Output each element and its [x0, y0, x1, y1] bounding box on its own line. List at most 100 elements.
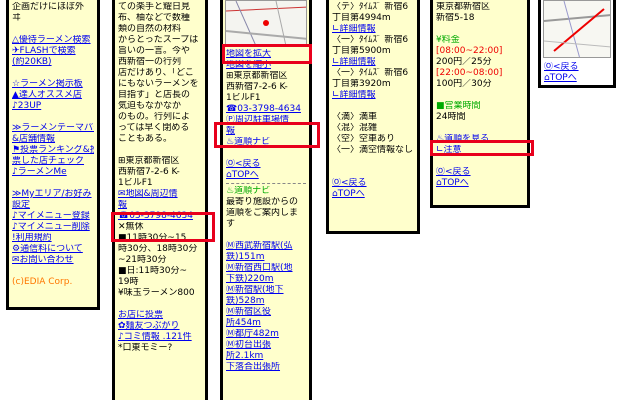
nav-link[interactable]: ▲達人オススメ店 [12, 90, 94, 101]
nav-link[interactable]: ∟詳細情報 [332, 90, 414, 101]
nav-link[interactable]: ∟詳細情報 [332, 57, 414, 68]
text-line: ■日:11時30分~ [118, 266, 187, 276]
nav-link[interactable]: ≫Myエリア/お好み [12, 189, 94, 200]
parking-list: 〈テ〉ﾀｲﾑｽﾞ 新宿6 丁目第4994m ∟詳細情報 〈一〉ﾀｲﾑｽﾞ 新宿6 丁目… [332, 2, 414, 200]
route-map-image[interactable] [543, 0, 611, 58]
nav-link[interactable]: 地図を拡大 [226, 49, 306, 60]
text-line: 〈満〉満車 [332, 112, 378, 122]
text-line [12, 24, 94, 35]
text-line: ✕無休 [118, 222, 144, 232]
text-line: 布、柚などで数種 [118, 13, 190, 23]
text-line [12, 112, 94, 123]
text-line [436, 156, 524, 167]
nav-link[interactable]: ∟詳細情報 [332, 24, 414, 35]
nav-link[interactable]: Ⓜ初台出張 [226, 340, 306, 351]
nav-link[interactable]: ⌂TOPへ [226, 170, 306, 181]
nav-link[interactable]: ⌂TOPへ [332, 189, 414, 200]
text-line [226, 230, 306, 241]
nav-link[interactable]: 鉄)528m [226, 296, 306, 307]
phone-screen-parking-detail: 東京都新宿区 新宿5-18 ¥料金 [08:00~22:00] 200円／25分 [22… [430, 0, 530, 208]
text-line: 丁目第5900m [332, 46, 391, 56]
nav-link[interactable]: ☎03-3798-4634 [226, 104, 306, 115]
text-line: 丁目第3920m [332, 79, 391, 89]
text-line: 〈テ〉ﾀｲﾑｽﾞ 新宿6 [332, 2, 409, 12]
text-line: 時30分、18時30分 [118, 244, 198, 254]
nav-link[interactable]: Ⓟ周辺駐車場情 [226, 115, 306, 126]
text-line: (c)EDIA Corp. [12, 277, 73, 287]
route-map-lines [544, 1, 610, 57]
text-line: のもの。行列によ [118, 112, 191, 122]
nav-link[interactable]: 下鉄)220m [226, 274, 306, 285]
text-line: っては早く閉める [118, 123, 190, 133]
nav-link[interactable]: ♪ラーメンMe [12, 167, 94, 178]
nav-link[interactable]: ♪23UP [12, 101, 94, 112]
nav-link[interactable]: 地図を縮小 [226, 60, 306, 71]
nav-link[interactable]: (約20KB) [12, 57, 94, 68]
nav-link[interactable]: ⚙通信料について [12, 244, 94, 255]
text-line: 〈一〉満空情報なし [332, 145, 414, 155]
nav-link[interactable]: 報 [226, 126, 306, 137]
nav-link[interactable]: &店舗情報 [12, 134, 94, 145]
text-line: 最寄り施設からの [226, 197, 299, 207]
nav-link[interactable]: ☎03-3798-4634 [118, 211, 202, 222]
text-line: [08:00~22:00] [436, 46, 503, 56]
street-map-image[interactable] [225, 0, 307, 45]
nav-link[interactable]: ⌂TOPへ [544, 73, 610, 84]
nav-link[interactable]: Ⓞ<戻る [332, 178, 414, 189]
parking-detail-list: 東京都新宿区 新宿5-18 ¥料金 [08:00~22:00] 200円／25分 [22… [436, 2, 524, 189]
nav-link[interactable]: Ⓞ<戻る [436, 167, 524, 178]
nav-link[interactable]: ✉地図&周辺情 [118, 189, 202, 200]
nav-link[interactable]: ⚑投票ランキング&投 [12, 145, 94, 156]
text-line: [22:00~08:00] [436, 68, 503, 78]
nav-link[interactable]: ⌂TOPへ [436, 178, 524, 189]
nav-link[interactable]: ☆ラーメン掲示板 [12, 79, 94, 90]
text-line: 西新宿一の行列 [118, 57, 182, 67]
nav-link[interactable]: Ⓞ<戻る [226, 159, 306, 170]
nav-link[interactable]: ♪マイメニュー削除 [12, 222, 94, 233]
text-line: 〈一〉ﾀｲﾑｽﾞ 新宿6 [332, 68, 409, 78]
nav-link[interactable]: Ⓜ都庁482m [226, 329, 306, 340]
text-line: 西新宿7-2-6 K- [118, 167, 180, 177]
text-line: 丁目第4994m [332, 13, 391, 23]
nav-link[interactable]: Ⓜ西武新宿駅(弘 [226, 241, 306, 252]
nav-link[interactable]: お店に投票 [118, 310, 202, 321]
nav-link[interactable]: ≫ラーメンテーマパーク [12, 123, 94, 134]
phone-screen-map: 地図を拡大 地図を縮小 ⊞東京都新宿区 西新宿7-2-6 K- 1ビルF1 ☎03-379… [220, 0, 312, 400]
text-line: 100円／30分 [436, 79, 492, 89]
text-line [436, 90, 524, 101]
text-line: す [226, 219, 236, 229]
nav-link[interactable]: ✉お問い合わせ [12, 255, 94, 266]
nav-link[interactable]: !利用規約 [12, 233, 94, 244]
nav-link[interactable]: Ⓜ新宿駅(地下 [226, 285, 306, 296]
text-line: 類の自然の材料 [118, 24, 182, 34]
map-actions: 地図を拡大 地図を縮小 ⊞東京都新宿区 西新宿7-2-6 K- 1ビルF1 ☎03-379… [226, 49, 306, 181]
nav-link[interactable]: 票した店チェック [12, 156, 94, 167]
text-line: ⊞東京都新宿区 [118, 156, 180, 166]
nav-link[interactable]: ∟注意 [436, 145, 524, 156]
nav-link[interactable]: 所454m [226, 318, 306, 329]
text-line: 新宿5-18 [436, 13, 475, 23]
text-line: 200円／25分 [436, 57, 492, 67]
nav-link[interactable]: Ⓞ<戻る [544, 62, 610, 73]
nav-link[interactable]: 鉄)151m [226, 252, 306, 263]
nav-link[interactable]: 下落合出張所 [226, 362, 306, 373]
text-line: こともある。 [118, 134, 173, 144]
nav-link[interactable]: ♨道順ナビ [226, 137, 306, 148]
nav-link[interactable]: 報 [118, 200, 202, 211]
nav-link[interactable]: △優待ラーメン検索 [12, 35, 94, 46]
nav-link[interactable]: 所2.1km [226, 351, 306, 362]
text-line: 気迫もなかなか [118, 101, 182, 111]
text-line [332, 101, 414, 112]
menu-list: 企画だけにほぼ外ヰ △優待ラーメン検索 ✈FLASHで検索 (約20KB) ☆ラーメ… [12, 2, 94, 288]
nav-link[interactable]: ✈FLASHで検索 [12, 46, 94, 57]
nav-link[interactable]: ♪コミ情報 .121件 [118, 332, 202, 343]
text-line: 旨いの一言。今や [118, 46, 191, 56]
nav-link[interactable]: ✿麺友つぶがり [118, 321, 202, 332]
nav-link[interactable]: ♪マイメニュー登録 [12, 211, 94, 222]
nav-link[interactable]: ♨道順を見る [436, 134, 524, 145]
shop-detail-list: ての楽手と耀日見 布、柚などで数種 類の自然の材料 からとったスープは 旨いの一言。今や… [118, 2, 202, 354]
text-line: 企画だけにほぼ外 [12, 2, 85, 12]
nav-link[interactable]: Ⓜ新宿区役 [226, 307, 306, 318]
nav-link[interactable]: 設定 [12, 200, 94, 211]
nav-link[interactable]: Ⓜ新宿西口駅(地 [226, 263, 306, 274]
